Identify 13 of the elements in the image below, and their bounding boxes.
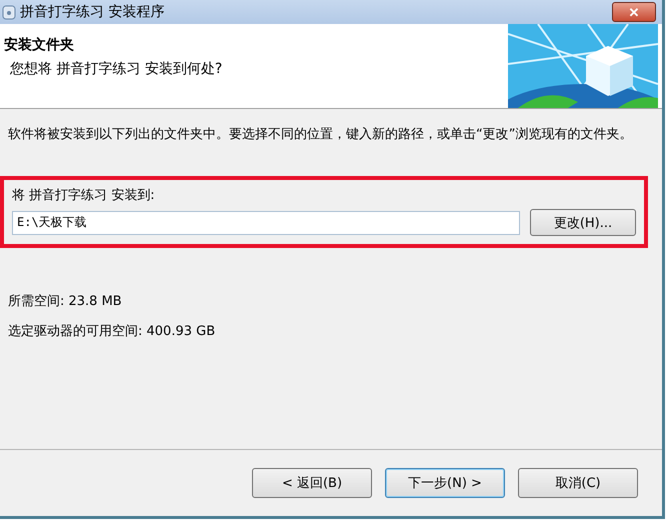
installer-icon xyxy=(2,4,16,20)
wizard-button[interactable]: < 返回(B) xyxy=(252,468,372,498)
wizard-button[interactable]: 取消(C) xyxy=(518,468,638,498)
browse-button[interactable]: 更改(H)... xyxy=(530,209,636,236)
wizard-button[interactable]: 下一步(N) > xyxy=(385,468,505,498)
page-subtitle: 您想将 拼音打字练习 安装到何处? xyxy=(9,60,224,78)
page-title: 安装文件夹 xyxy=(4,36,75,54)
space-info: 选定驱动器的可用空间: 400.93 GB xyxy=(8,323,216,340)
space-info: 所需空间: 23.8 MB xyxy=(8,293,123,310)
path-field[interactable]: E:\天极下载 xyxy=(12,210,520,234)
description-text: 软件将被安装到以下列出的文件夹中。要选择不同的位置，键入新的路径，或单击“更改”浏览现有的文件夹。 xyxy=(7,126,634,144)
window-title: 拼音打字练习 安装程序 xyxy=(20,3,166,21)
install-label: 将 拼音打字练习 安装到: xyxy=(12,187,156,204)
